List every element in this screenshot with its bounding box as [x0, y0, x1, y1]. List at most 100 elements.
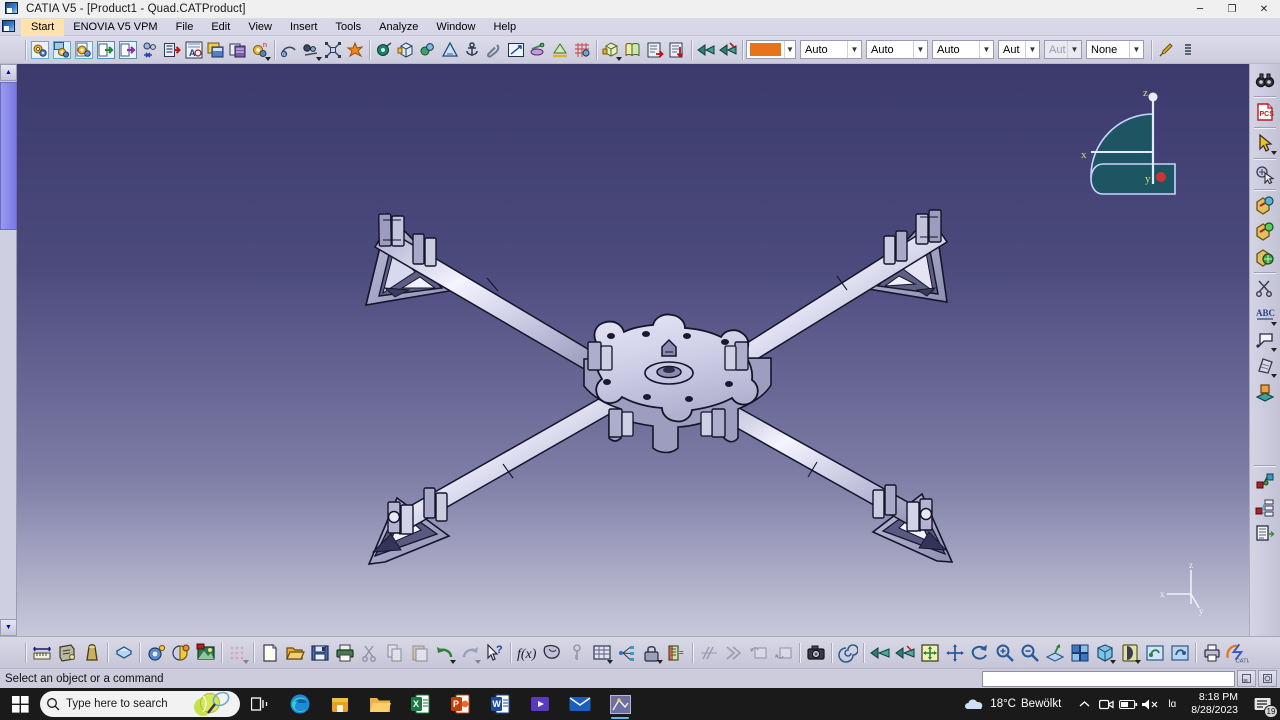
chevron-up-icon[interactable] [1073, 688, 1095, 720]
key-icon[interactable] [564, 640, 589, 665]
render-style-combo[interactable]: None ▼ [1086, 40, 1144, 59]
chevron-down-icon[interactable]: ▼ [913, 41, 927, 58]
normal-view-icon[interactable] [1042, 640, 1067, 665]
spiral-icon[interactable] [835, 640, 860, 665]
formula-icon[interactable]: f(x) [514, 640, 539, 665]
scene-effect-icon[interactable] [143, 640, 168, 665]
minimize-button[interactable]: ─ [1184, 0, 1216, 19]
box-3d-icon[interactable] [395, 39, 417, 61]
import-arrow-icon[interactable] [117, 39, 139, 61]
apply-material-icon[interactable] [111, 640, 136, 665]
catalog-browser-icon[interactable] [622, 39, 644, 61]
print-preview-icon[interactable] [1199, 640, 1224, 665]
quick-constraint-icon[interactable] [549, 39, 571, 61]
measure-inertia-icon[interactable] [373, 39, 395, 61]
constraint-break-icon[interactable] [139, 39, 161, 61]
new-file-icon[interactable] [257, 640, 282, 665]
measure-between-icon[interactable] [29, 640, 54, 665]
print-icon[interactable] [332, 640, 357, 665]
scroll-down-arrow-icon[interactable]: ▼ [0, 619, 17, 636]
specification-tree-scrollbar[interactable]: ▲ ▼ [0, 64, 17, 636]
gears-blue-icon[interactable] [29, 39, 51, 61]
publication-green-icon[interactable] [1252, 244, 1278, 270]
menu-view[interactable]: View [239, 19, 281, 36]
lock-icon[interactable] [639, 640, 664, 665]
command-input[interactable] [982, 670, 1235, 687]
undo-icon[interactable] [432, 640, 457, 665]
cut-icon[interactable] [357, 640, 382, 665]
bom-list-icon[interactable]: = [664, 640, 689, 665]
restore-panel-icon[interactable] [1258, 670, 1277, 687]
node-link-icon[interactable] [1252, 468, 1278, 494]
video-editor-icon[interactable] [520, 688, 560, 720]
render-scene-icon[interactable] [168, 640, 193, 665]
snap-flag-icon[interactable]: 0 [278, 39, 300, 61]
battery-icon[interactable] [1117, 688, 1139, 720]
comment-icon[interactable] [539, 640, 564, 665]
redo-icon[interactable] [457, 640, 482, 665]
smart-pick-icon[interactable] [1252, 161, 1278, 187]
gears-window-icon[interactable] [51, 39, 73, 61]
copy-icon[interactable] [382, 640, 407, 665]
windows-stack-icon[interactable] [205, 39, 227, 61]
chevron-down-icon[interactable]: ▼ [1129, 41, 1143, 58]
chevron-down-icon[interactable]: ▼ [979, 41, 993, 58]
open-file-icon[interactable] [282, 640, 307, 665]
zoom-out-icon[interactable] [1017, 640, 1042, 665]
zoom-in-icon[interactable] [992, 640, 1017, 665]
flexible-rigid-icon[interactable] [322, 39, 344, 61]
binoculars-icon[interactable] [1252, 68, 1278, 94]
language-icon[interactable]: lɑ [1161, 688, 1183, 720]
store-icon[interactable] [320, 688, 360, 720]
task-view-icon[interactable] [240, 688, 280, 720]
fly-mode-exit-icon[interactable] [717, 39, 739, 61]
fly-through-icon[interactable] [867, 640, 892, 665]
menu-insert[interactable]: Insert [281, 19, 327, 36]
menu-analyze[interactable]: Analyze [370, 19, 427, 36]
existing-component-icon[interactable] [600, 39, 622, 61]
excel-icon[interactable]: X [400, 688, 440, 720]
scroll-up-arrow-icon[interactable]: ▲ [0, 64, 17, 81]
gears-doc-icon[interactable] [73, 39, 95, 61]
edge-icon[interactable] [280, 688, 320, 720]
fly-through-2-icon[interactable] [892, 640, 917, 665]
stamp-icon[interactable] [1252, 379, 1278, 405]
close-button[interactable]: ✕ [1248, 0, 1280, 19]
scissors-cut-icon[interactable] [1252, 275, 1278, 301]
text-annotation-icon[interactable]: A [183, 39, 205, 61]
publication-export-icon[interactable] [1252, 218, 1278, 244]
menu-file[interactable]: File [167, 19, 203, 36]
angle-constraint-icon[interactable] [439, 39, 461, 61]
publication-import-icon[interactable] [1252, 192, 1278, 218]
export-arrow-icon[interactable] [95, 39, 117, 61]
menu-start[interactable]: Start [21, 18, 65, 36]
list-order-icon[interactable] [1252, 520, 1278, 546]
menu-edit[interactable]: Edit [202, 19, 239, 36]
fly-mode-icon[interactable] [695, 39, 717, 61]
pcs-document-icon[interactable]: PCS [1252, 99, 1278, 125]
graph-tree-icon[interactable] [614, 640, 639, 665]
pan-icon[interactable] [942, 640, 967, 665]
line-type-combo[interactable]: Auto ▼ [866, 40, 928, 59]
select-arrow-icon[interactable] [1252, 130, 1278, 156]
save-file-icon[interactable] [307, 640, 332, 665]
3d-viewport[interactable]: z x y z x y [17, 64, 1249, 636]
multi-annotation-icon[interactable] [1252, 494, 1278, 520]
half-section-icon[interactable] [696, 640, 721, 665]
isometric-view-icon[interactable] [1092, 640, 1117, 665]
chevron-down-icon[interactable]: ▼ [1025, 41, 1039, 58]
meet-now-icon[interactable] [1095, 688, 1117, 720]
swap-visible-space-icon[interactable] [1167, 640, 1192, 665]
abc-text-icon[interactable]: ABC [1252, 301, 1278, 327]
swap-view-1-icon[interactable] [746, 640, 771, 665]
chevron-down-icon[interactable]: ▼ [783, 41, 795, 58]
volume-muted-icon[interactable] [1139, 688, 1161, 720]
next-step-icon[interactable] [721, 640, 746, 665]
layer-stack-icon[interactable] [227, 39, 249, 61]
menu-tools[interactable]: Tools [326, 19, 370, 36]
photo-studio-icon[interactable] [193, 640, 218, 665]
replace-component-icon[interactable] [644, 39, 666, 61]
fasten-clip-icon[interactable] [483, 39, 505, 61]
camera-icon[interactable] [803, 640, 828, 665]
notification-center-icon[interactable]: 19 [1246, 688, 1280, 720]
